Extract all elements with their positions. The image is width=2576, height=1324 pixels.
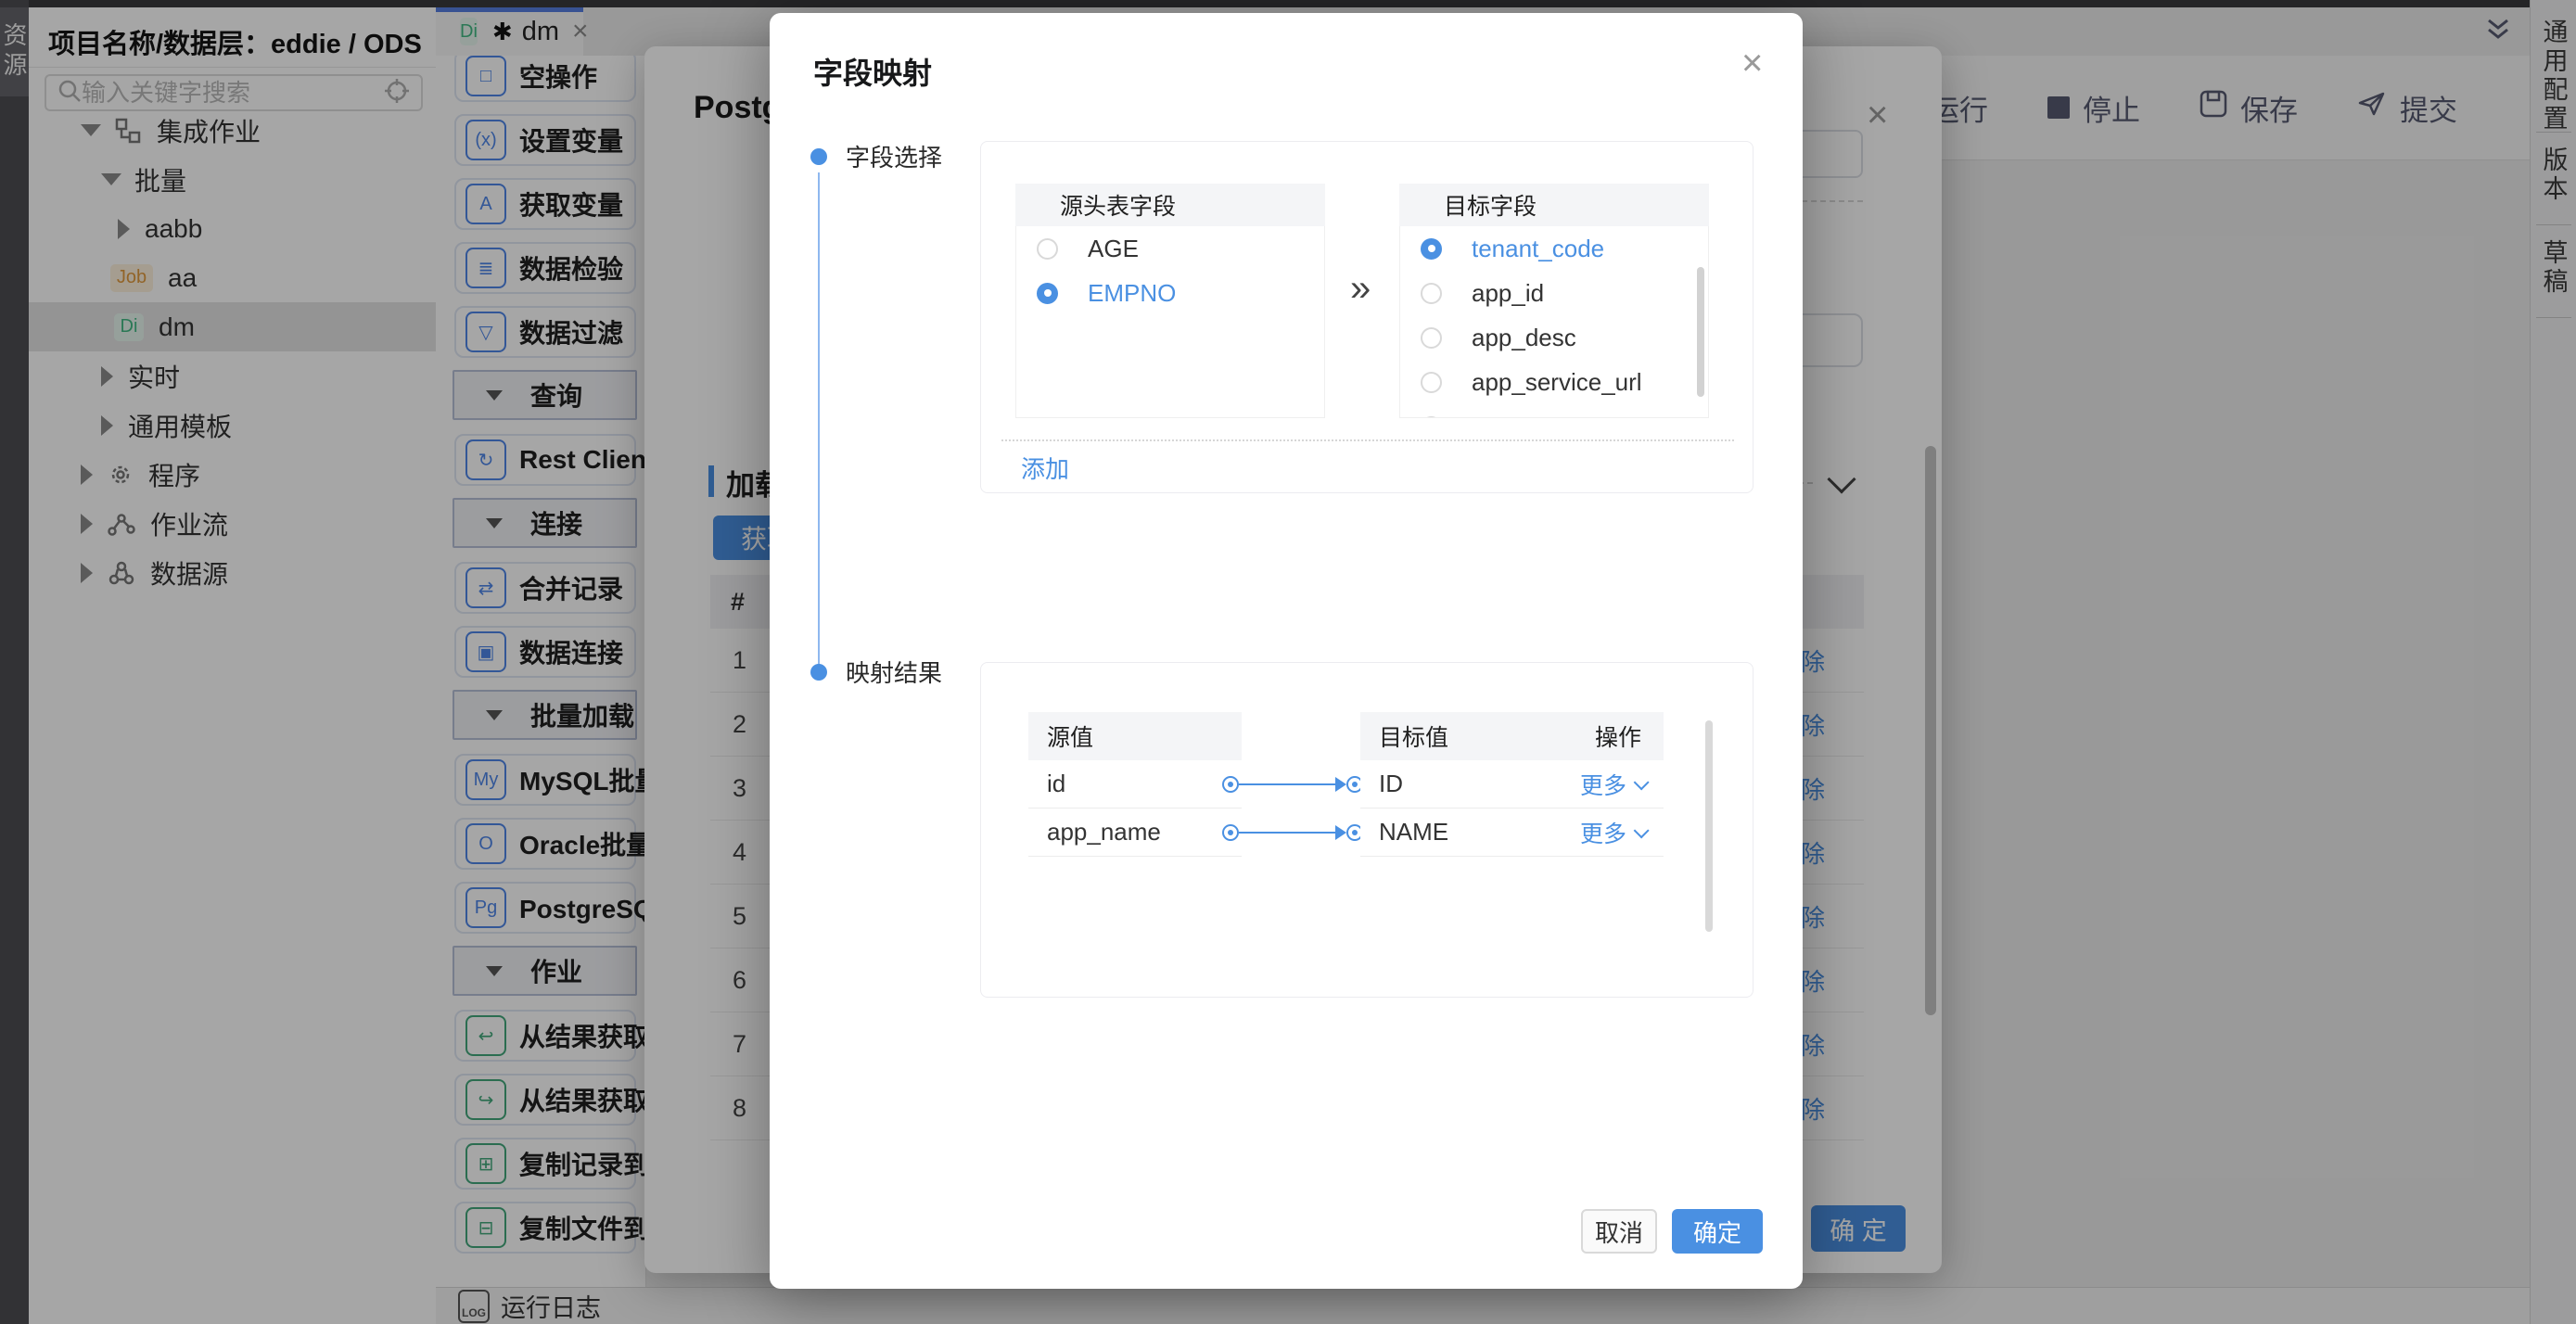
mapping-source-table: 源值 id app_name <box>1028 712 1242 857</box>
scrollbar[interactable] <box>1705 720 1713 932</box>
scrollbar[interactable] <box>1697 267 1704 397</box>
cancel-button[interactable]: 取消 <box>1581 1209 1657 1254</box>
radio-on-icon[interactable] <box>1421 238 1442 260</box>
connector-line <box>1239 783 1337 785</box>
source-field-age[interactable]: AGE <box>1016 226 1324 271</box>
mapping-target-row: NAME 更多 <box>1360 808 1664 857</box>
radio-off-icon[interactable] <box>1421 327 1442 349</box>
radio-off-icon[interactable] <box>1421 283 1442 304</box>
confirm-button[interactable]: 确定 <box>1672 1209 1763 1254</box>
source-field-empno[interactable]: EMPNO <box>1016 271 1324 315</box>
connector-arrow-icon <box>1335 777 1346 792</box>
more-dropdown[interactable]: 更多 <box>1580 768 1645 801</box>
source-fields-header: 源头表字段 <box>1015 184 1325 226</box>
close-icon[interactable]: × <box>1741 45 1763 82</box>
source-fields-list: 源头表字段 AGE EMPNO <box>1015 184 1325 418</box>
chevron-down-icon <box>1634 774 1650 790</box>
mapping-connector <box>1222 775 1363 794</box>
step-connector-line <box>818 172 820 673</box>
field-mapping-modal: 字段映射 × 字段选择 映射结果 源头表字段 AGE EMPNO <box>770 13 1803 1289</box>
step-label-mapping-result: 映射结果 <box>846 655 942 689</box>
connector-endpoint-icon <box>1222 776 1239 793</box>
mapping-source-row: id <box>1028 760 1242 808</box>
target-fields-header: 目标字段 <box>1399 184 1709 226</box>
radio-off-icon[interactable] <box>1421 372 1442 393</box>
action-header: 操作 <box>1595 719 1641 753</box>
target-value-header: 目标值 操作 <box>1360 712 1664 760</box>
app-screen: 资源 项目名称/数据层：eddie / ODS 集成作业 <box>0 0 2576 1324</box>
step-dot-field-select <box>810 148 827 165</box>
step-label-field-select: 字段选择 <box>846 139 942 173</box>
connector-arrow-icon <box>1335 825 1346 840</box>
radio-off-icon[interactable] <box>1421 416 1442 419</box>
source-value-header: 源值 <box>1028 712 1242 760</box>
target-fields-body: tenant_code app_id app_desc app_service_… <box>1399 226 1709 418</box>
add-mapping-link[interactable]: 添加 <box>1021 451 1069 485</box>
modal-title: 字段映射 <box>813 50 932 93</box>
mapping-target-row: ID 更多 <box>1360 760 1664 808</box>
target-field-tenant-code[interactable]: tenant_code <box>1400 226 1708 271</box>
connector-endpoint-icon <box>1222 824 1239 841</box>
chevron-down-icon <box>1634 822 1650 838</box>
target-field-app-service-url[interactable]: app_service_url <box>1400 360 1708 404</box>
mapping-source-row: app_name <box>1028 808 1242 857</box>
mapping-target-table: 目标值 操作 ID 更多 NAME 更多 <box>1360 712 1664 857</box>
step-dot-mapping-result <box>810 664 827 681</box>
field-select-panel: 源头表字段 AGE EMPNO » 目标字段 <box>980 141 1753 493</box>
target-field-app-desc[interactable]: app_desc <box>1400 315 1708 360</box>
transfer-chevrons-icon: » <box>1350 268 1371 310</box>
radio-off-icon[interactable] <box>1037 238 1058 260</box>
mapping-result-panel: 源值 id app_name <box>980 662 1753 998</box>
target-field-creator[interactable]: creator <box>1400 404 1708 418</box>
target-fields-list: 目标字段 tenant_code app_id app_desc <box>1399 184 1709 418</box>
connector-line <box>1239 832 1337 834</box>
dotted-divider <box>1001 439 1734 441</box>
mapping-connector <box>1222 823 1363 842</box>
source-fields-body: AGE EMPNO <box>1015 226 1325 418</box>
target-field-app-id[interactable]: app_id <box>1400 271 1708 315</box>
radio-on-icon[interactable] <box>1037 283 1058 304</box>
more-dropdown[interactable]: 更多 <box>1580 816 1645 849</box>
